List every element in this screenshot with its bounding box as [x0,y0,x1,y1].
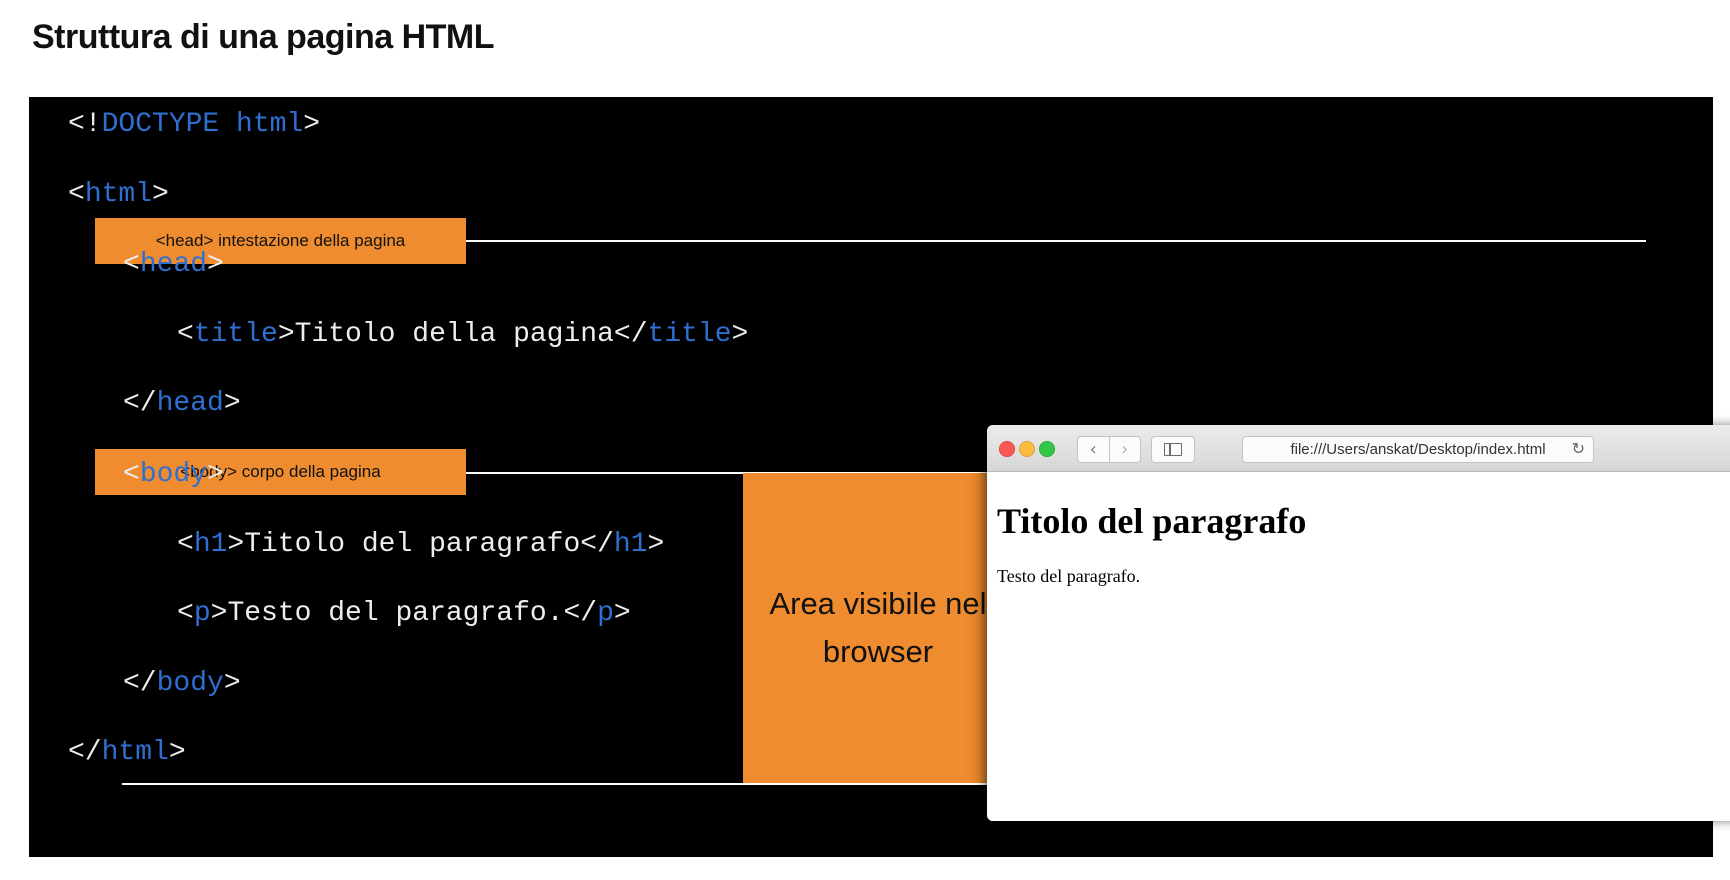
code-punct: > [647,529,665,560]
reload-icon[interactable]: ↻ [1572,439,1585,458]
code-punct: > [223,668,241,699]
forward-icon[interactable]: › [1108,437,1141,462]
code-line-title: <title>Titolo della pagina</title> [177,319,748,351]
code-tag: html [84,179,153,210]
code-tag: head [156,388,224,419]
code-text: Testo del paragrafo. [227,598,564,629]
code-punct: < [177,598,194,629]
code-tag: body [139,459,208,490]
code-tag: h1 [613,529,648,560]
nav-buttons: ‹ › [1077,436,1141,463]
code-line-html-close: </html> [68,737,186,769]
code-punct: > [303,109,321,140]
code-punct: < [123,459,140,490]
code-line-h1: <h1>Titolo del paragrafo</h1> [177,529,664,561]
code-punct: > [207,249,224,280]
code-punct: < [177,319,194,350]
code-keyword: DOCTYPE html [101,109,304,140]
code-punct: > [210,598,228,629]
code-tag: p [597,598,614,629]
sidebar-toggle-button[interactable] [1151,436,1195,463]
code-punct: > [731,319,749,350]
code-text: Titolo della pagina [294,319,614,350]
code-tag: html [101,737,169,768]
minimize-window-icon[interactable] [1019,441,1035,457]
code-line-head-open: <head> [123,249,224,281]
code-punct: </ [123,668,157,699]
code-punct: </ [580,529,614,560]
code-punct: </ [613,319,648,350]
code-punct: </ [68,737,102,768]
page-title: Struttura di una pagina HTML [32,18,494,56]
code-line-head-close: </head> [123,388,241,420]
code-tag: title [647,319,732,350]
head-divider-line [459,240,1646,242]
back-icon[interactable]: ‹ [1078,437,1109,462]
code-punct: < [68,179,85,210]
code-tag: title [193,319,278,350]
code-punct: > [613,598,631,629]
code-punct: </ [563,598,598,629]
browser-window: ‹ › file:///Users/anskat/Desktop/index.h… [987,425,1730,821]
code-punct: > [277,319,295,350]
close-window-icon[interactable] [999,441,1015,457]
visible-area-label: Area visibile nel browser [743,473,1013,783]
head-label-text: <head> intestazione della pagina [155,231,406,250]
browser-toolbar: ‹ › file:///Users/anskat/Desktop/index.h… [987,425,1730,472]
code-punct: </ [123,388,157,419]
sidebar-icon [1164,443,1182,456]
browser-viewport: Titolo del paragrafo Testo del paragrafo… [987,472,1730,821]
code-tag: body [156,668,224,699]
body-end-divider-line [122,783,1022,785]
maximize-window-icon[interactable] [1039,441,1055,457]
code-punct: > [227,529,245,560]
code-tag: p [193,598,211,629]
code-line-p: <p>Testo del paragrafo.</p> [177,598,631,630]
address-bar-url: file:///Users/anskat/Desktop/index.html [1290,441,1546,458]
code-punct: > [168,737,186,768]
code-punct: < [123,249,140,280]
code-punct: > [152,179,169,210]
rendered-heading: Titolo del paragrafo [997,501,1307,541]
code-tag: head [139,249,208,280]
address-bar[interactable]: file:///Users/anskat/Desktop/index.html … [1242,436,1594,463]
visible-area-text: Area visibile nel browser [769,586,987,669]
code-text: Titolo del paragrafo [244,529,581,560]
code-line-doctype: <!DOCTYPE html> [68,109,320,141]
code-punct: > [207,459,224,490]
code-line-html-open: <html> [68,179,169,211]
code-tag: h1 [193,529,228,560]
code-punct: > [223,388,241,419]
code-punct: < [177,529,194,560]
rendered-paragraph: Testo del paragrafo. [997,566,1141,586]
code-line-body-open: <body> [123,459,224,491]
code-punct: <! [68,109,102,140]
code-line-body-close: </body> [123,668,241,700]
